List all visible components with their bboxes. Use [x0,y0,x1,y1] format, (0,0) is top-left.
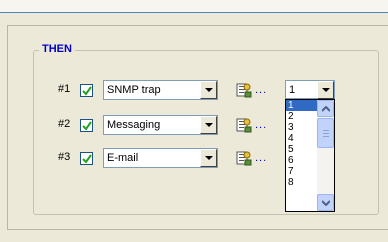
row-number-label: #1 [58,83,71,95]
checkmark-icon [82,86,92,96]
grip-line [323,136,329,137]
then-group-title: THEN [39,43,75,55]
count-dropdown-list: 1 2 3 4 5 6 7 8 [285,99,335,212]
select-value: Messaging [107,119,161,131]
option-item[interactable]: 7 [286,166,317,177]
option-item[interactable]: 2 [286,111,317,122]
select-value: SNMP trap [107,84,161,96]
row-1-more-link[interactable]: ... [255,84,267,96]
row-1-checkbox[interactable] [80,84,93,97]
option-item[interactable]: 4 [286,133,317,144]
option-item[interactable]: 1 [286,100,317,111]
dropdown-button[interactable] [200,81,217,99]
checkmark-icon [82,121,92,131]
select-value: E-mail [107,152,139,164]
row-3-action-select[interactable]: E-mail [103,148,218,168]
properties-icon[interactable] [236,82,252,98]
scroll-up-button[interactable] [317,100,334,117]
top-band [0,0,388,12]
row-2-checkbox[interactable] [80,119,93,132]
row-2-more-link[interactable]: ... [255,119,267,131]
dropdown-button[interactable] [200,116,217,134]
chevron-down-icon [205,156,213,160]
count-combobox[interactable]: 1 [285,80,335,99]
scroll-down-button[interactable] [317,194,334,211]
row-number-label: #2 [58,118,71,130]
properties-icon[interactable] [236,150,252,166]
option-item[interactable]: 8 [286,177,317,188]
chevron-down-icon [205,88,213,92]
dropdown-button[interactable] [317,81,334,99]
combo-value: 1 [289,84,296,96]
option-list: 1 2 3 4 5 6 7 8 [286,100,317,188]
row-3-checkbox[interactable] [80,152,93,165]
row-3-more-link[interactable]: ... [255,152,267,164]
dropdown-button[interactable] [200,149,217,167]
chevron-down-icon [322,88,330,92]
properties-icon[interactable] [236,117,252,133]
scroll-thumb[interactable] [317,118,334,148]
option-item[interactable]: 6 [286,155,317,166]
chevron-up-icon [322,106,330,112]
chevron-down-icon [205,123,213,127]
option-item[interactable]: 3 [286,122,317,133]
checkmark-icon [82,154,92,164]
grip-line [323,130,329,131]
row-1-action-select[interactable]: SNMP trap [103,80,218,100]
grip-line [323,133,329,134]
option-item[interactable]: 5 [286,144,317,155]
chevron-down-icon [322,200,330,206]
row-number-label: #3 [58,151,71,163]
vertical-scrollbar[interactable] [317,100,334,211]
top-divider [0,12,388,13]
row-2-action-select[interactable]: Messaging [103,115,218,135]
